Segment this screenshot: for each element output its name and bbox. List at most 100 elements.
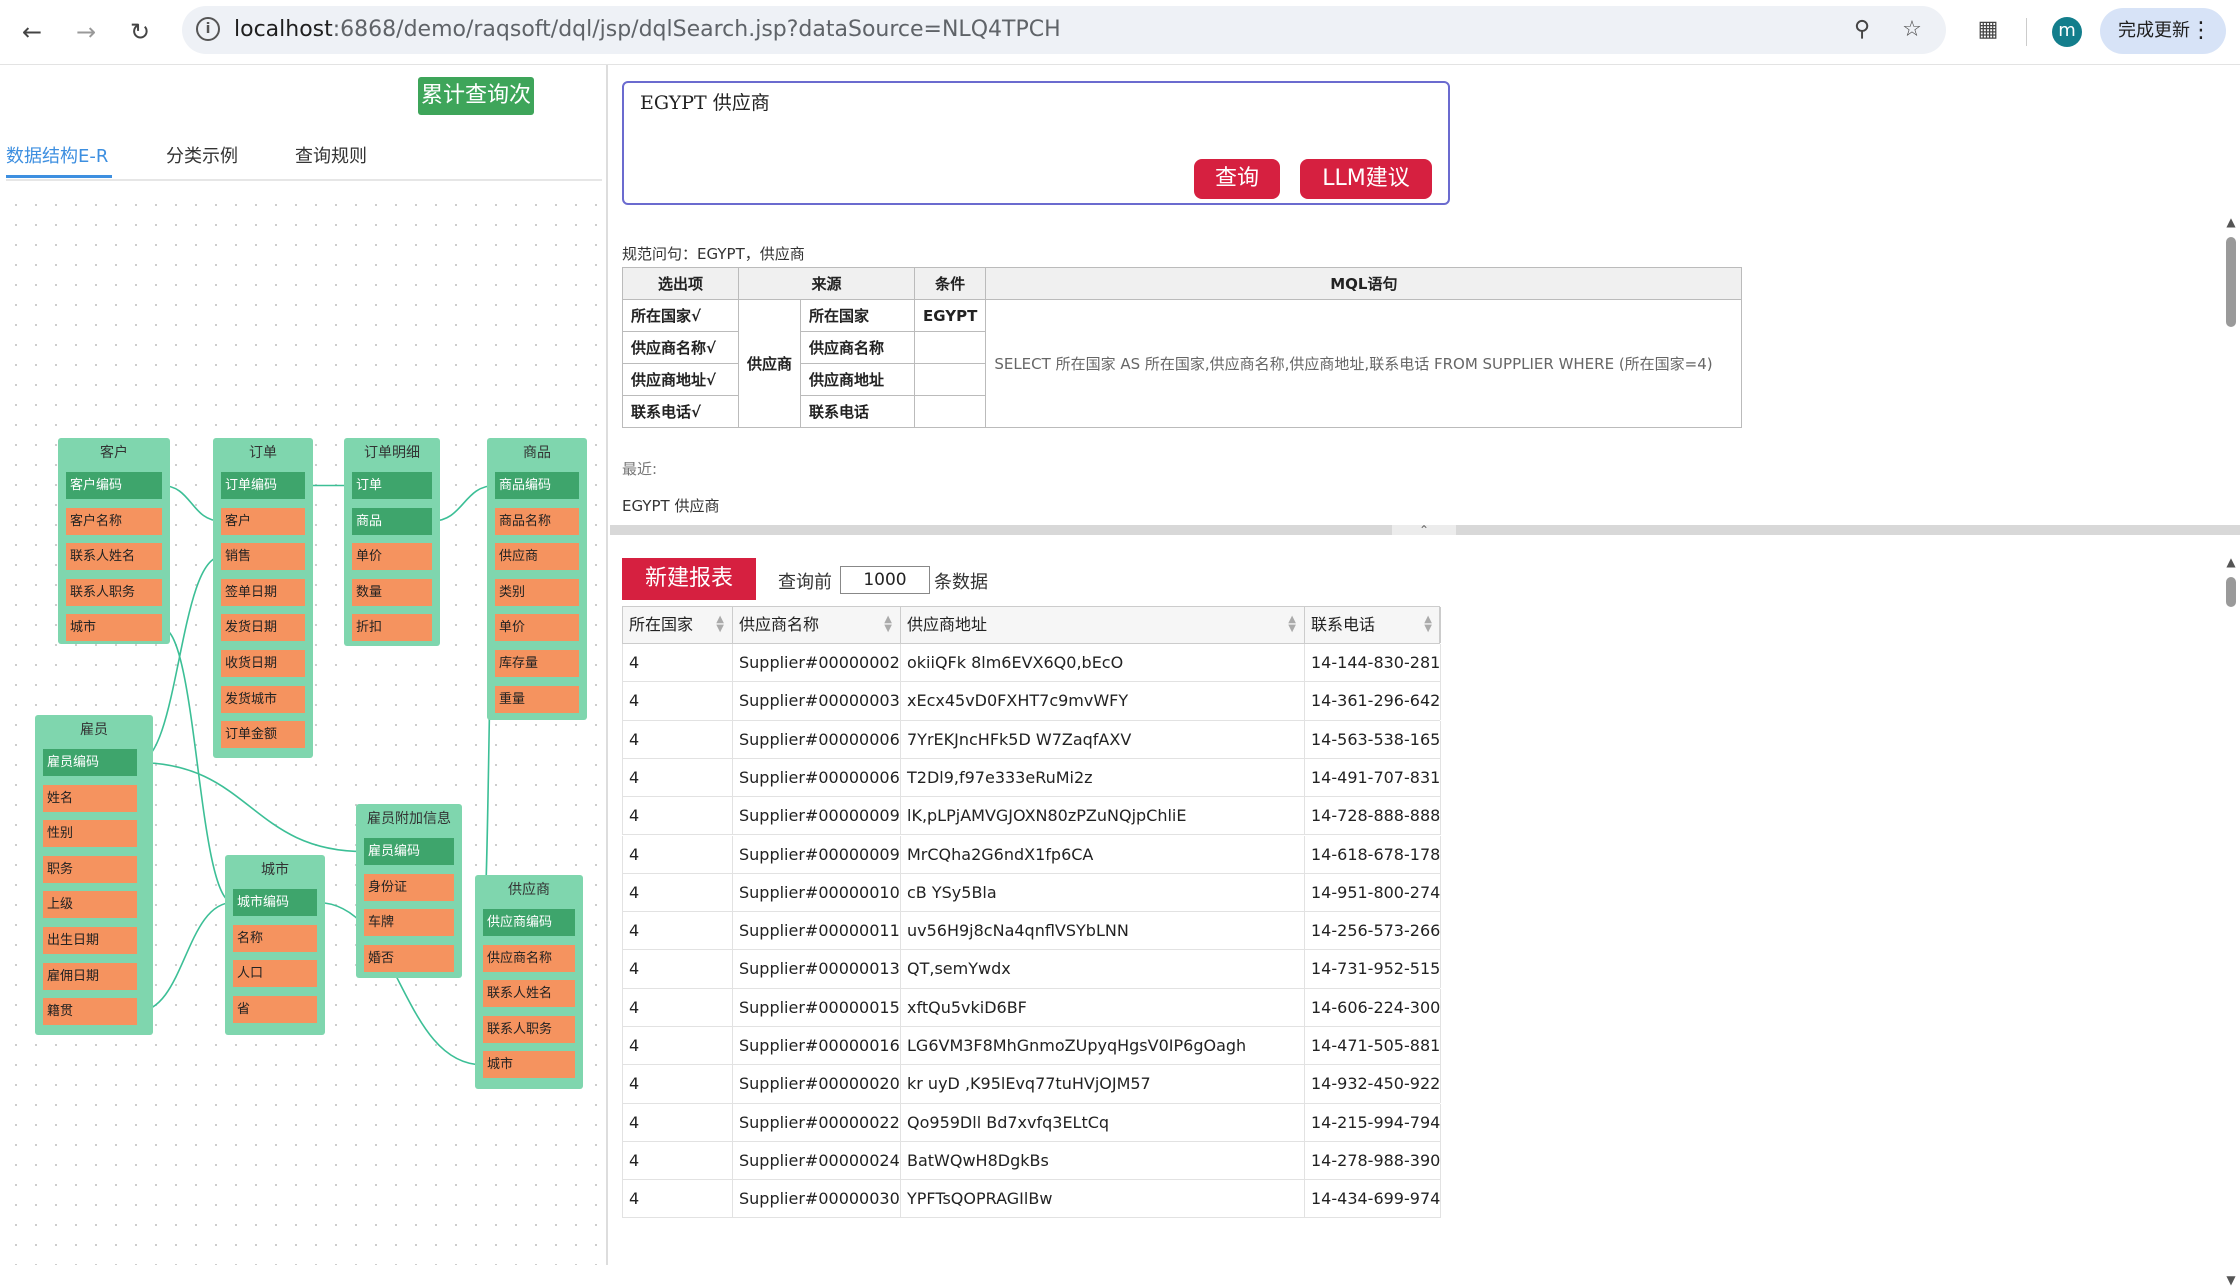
entity-field[interactable]: 联系人姓名 — [483, 980, 575, 1008]
table-row[interactable]: 4 Supplier#000000160 LG6VM3F8MhGnmoZUpyqHg… — [622, 1027, 1441, 1066]
extensions-icon[interactable]: ▦ — [1974, 16, 2002, 44]
table-row[interactable]: 4 Supplier#000000038 xEcx45vD0FXHT7c9mvWFY… — [622, 682, 1441, 721]
entity-field[interactable]: 收货日期 — [221, 650, 305, 677]
column-header-address[interactable]: 供应商地址 ▲ ▼ — [901, 607, 1305, 643]
entity-field[interactable]: 联系人职务 — [483, 1015, 575, 1043]
table-row[interactable]: 4 Supplier#000000133 QT,semYwdx 14-731-952-… — [622, 950, 1441, 989]
table-row[interactable]: 4 Supplier#000000097 MrCQha2G6ndX1fp6CA 14-… — [622, 835, 1441, 874]
scroll-down-icon[interactable]: ▼ — [2224, 1273, 2238, 1287]
entity-field[interactable]: 上级 — [43, 891, 137, 919]
url-text[interactable]: localhost:6868/demo/raqsoft/dql/jsp/dqlS… — [234, 16, 1061, 44]
panel-splitter[interactable]: ⌃ — [610, 524, 2240, 536]
entity-field[interactable]: 联系人姓名 — [66, 543, 162, 571]
collapse-chevron-icon[interactable]: ⌃ — [1392, 524, 1456, 536]
entity-field[interactable]: 客户 — [221, 507, 305, 535]
entity-field[interactable]: 车牌 — [364, 909, 454, 937]
entity-field[interactable]: 城市 — [66, 614, 162, 642]
entity-field[interactable]: 雇佣日期 — [43, 962, 137, 990]
entity-field[interactable]: 供应商 — [495, 543, 579, 571]
zoom-icon[interactable]: ⚲ — [1848, 16, 1876, 44]
reload-icon[interactable]: ↻ — [122, 14, 158, 50]
recent-query-item[interactable]: EGYPT 供应商 — [622, 495, 720, 516]
entity-field[interactable]: 单价 — [352, 543, 432, 571]
entity-field[interactable]: 重量 — [495, 685, 579, 713]
back-icon[interactable]: ← — [14, 14, 50, 50]
entity-employee[interactable]: 雇员 雇员编码 姓名 性别 职务 上级 出生日期 雇佣日期 籍贯 — [35, 715, 153, 1035]
tab-er[interactable]: 数据结构E-R — [6, 143, 108, 171]
entity-field[interactable]: 供应商名称 — [483, 944, 575, 972]
tab-examples[interactable]: 分类示例 — [166, 143, 238, 171]
tab-rules[interactable]: 查询规则 — [295, 143, 367, 171]
entity-field[interactable]: 名称 — [233, 924, 317, 952]
entity-field[interactable]: 商品编码 — [495, 472, 579, 499]
query-input[interactable]: EGYPT 供应商 — [640, 89, 770, 117]
entity-field[interactable]: 雇员编码 — [364, 838, 454, 865]
entity-field[interactable]: 单价 — [495, 614, 579, 642]
entity-field[interactable]: 类别 — [495, 578, 579, 606]
table-row[interactable]: 4 Supplier#000000227 Qo959Dll Bd7xvfq3ELtC… — [622, 1103, 1441, 1142]
entity-customer[interactable]: 客户 客户编码 客户名称 联系人姓名 联系人职务 城市 — [58, 438, 170, 644]
entity-field[interactable]: 发货城市 — [221, 685, 305, 713]
entity-field[interactable]: 雇员编码 — [43, 749, 137, 776]
sort-icon[interactable]: ▲ ▼ — [716, 615, 724, 634]
entity-field[interactable]: 订单编码 — [221, 472, 305, 499]
entity-field[interactable]: 身份证 — [364, 873, 454, 901]
entity-field[interactable]: 职务 — [43, 855, 137, 883]
entity-field[interactable]: 供应商编码 — [483, 909, 575, 936]
entity-field[interactable]: 城市 — [483, 1051, 575, 1079]
table-row[interactable]: 4 Supplier#000000246 BatWQwH8DgkBs 14-278-9… — [622, 1141, 1441, 1181]
table-row[interactable]: 4 Supplier#000000067 7YrEKJncHFk5D W7ZaqfA… — [622, 720, 1441, 759]
sort-icon[interactable]: ▲ ▼ — [884, 615, 892, 634]
llm-suggest-button[interactable]: LLM建议 — [1300, 159, 1432, 199]
entity-field[interactable]: 人口 — [233, 960, 317, 988]
entity-field[interactable]: 库存量 — [495, 650, 579, 677]
entity-field[interactable]: 折扣 — [352, 614, 432, 642]
entity-field[interactable]: 姓名 — [43, 784, 137, 812]
table-row[interactable]: 4 Supplier#000000111 uv56H9j8cNa4qnflVSYbL… — [622, 912, 1441, 951]
column-header-name[interactable]: 供应商名称 ▲ ▼ — [733, 607, 901, 643]
profile-avatar[interactable]: m — [2052, 17, 2082, 47]
table-row[interactable]: 4 Supplier#000000094 lK,pLPjAMVGJOXN80zPZu… — [622, 797, 1441, 836]
column-header-phone[interactable]: 联系电话 ▲ ▼ — [1305, 607, 1441, 643]
update-button[interactable]: 完成更新 ⋮ — [2100, 8, 2226, 54]
sort-icon[interactable]: ▲ ▼ — [1288, 615, 1296, 634]
forward-icon[interactable]: → — [68, 14, 104, 50]
table-row[interactable]: 4 Supplier#000000069 T2Dl9,f97e333eRuMi2z 1… — [622, 758, 1441, 798]
table-row[interactable]: 4 Supplier#000000022 okiiQFk 8lm6EVX6Q0,bE… — [622, 644, 1441, 683]
entity-field[interactable]: 发货日期 — [221, 614, 305, 642]
table-row[interactable]: 4 Supplier#000000159 xftQu5vkiD6BF 14-606-2… — [622, 988, 1441, 1027]
entity-city[interactable]: 城市 城市编码 名称 人口省 — [225, 855, 325, 1035]
entity-field[interactable]: 籍贯 — [43, 998, 137, 1026]
entity-empinfo[interactable]: 雇员附加信息 雇员编码 身份证 车牌 婚否 — [356, 804, 462, 978]
entity-field[interactable]: 出生日期 — [43, 927, 137, 954]
entity-field[interactable]: 销售 — [221, 543, 305, 571]
entity-field[interactable]: 签单日期 — [221, 578, 305, 606]
entity-field[interactable]: 商品名称 — [495, 507, 579, 535]
upper-scroll-thumb[interactable] — [2226, 237, 2236, 327]
entity-field[interactable]: 商品 — [352, 507, 432, 535]
entity-field[interactable]: 性别 — [43, 820, 137, 848]
table-row[interactable]: 4 Supplier#000000208 kr uyD ,K95lEvq77tuHV… — [622, 1065, 1441, 1104]
bookmark-star-icon[interactable]: ☆ — [1898, 16, 1926, 44]
entity-product[interactable]: 商品 商品编码 商品名称 供应商 类别 单价 库存量 重量 — [487, 438, 587, 720]
entity-field[interactable]: 城市编码 — [233, 889, 317, 916]
entity-field[interactable]: 数量 — [352, 578, 432, 606]
entity-field[interactable]: 联系人职务 — [66, 578, 162, 606]
entity-field[interactable]: 客户编码 — [66, 472, 162, 499]
table-row[interactable]: 4 Supplier#000000105 cB YSy5Bla 14-951-800-… — [622, 873, 1441, 913]
lower-scrollbar[interactable]: ▲ ▼ — [2222, 555, 2240, 1287]
table-row[interactable]: 4 Supplier#000000301 YPFTsQOPRAGIlBw 14-434… — [622, 1180, 1441, 1219]
column-header-country[interactable]: 所在国家 ▲ ▼ — [623, 607, 733, 643]
lower-scroll-thumb[interactable] — [2226, 577, 2236, 607]
scroll-up-icon[interactable]: ▲ — [2224, 215, 2238, 229]
entity-field[interactable]: 婚否 — [364, 944, 454, 972]
entity-field[interactable]: 客户名称 — [66, 507, 162, 535]
entity-orders[interactable]: 订单 订单编码 客户 销售 签单日期 发货日期 收货日期 发货城市 订单金额 — [213, 438, 313, 758]
scroll-up-icon[interactable]: ▲ — [2224, 555, 2238, 569]
sort-icon[interactable]: ▲ ▼ — [1424, 615, 1432, 634]
query-box[interactable]: EGYPT 供应商 查询 LLM建议 — [622, 81, 1450, 205]
new-report-button[interactable]: 新建报表 — [622, 558, 756, 600]
entity-field[interactable]: 订单 — [352, 472, 432, 499]
entity-field[interactable]: 订单金额 — [221, 721, 305, 749]
query-count-button[interactable]: 累计查询次 — [418, 77, 534, 115]
